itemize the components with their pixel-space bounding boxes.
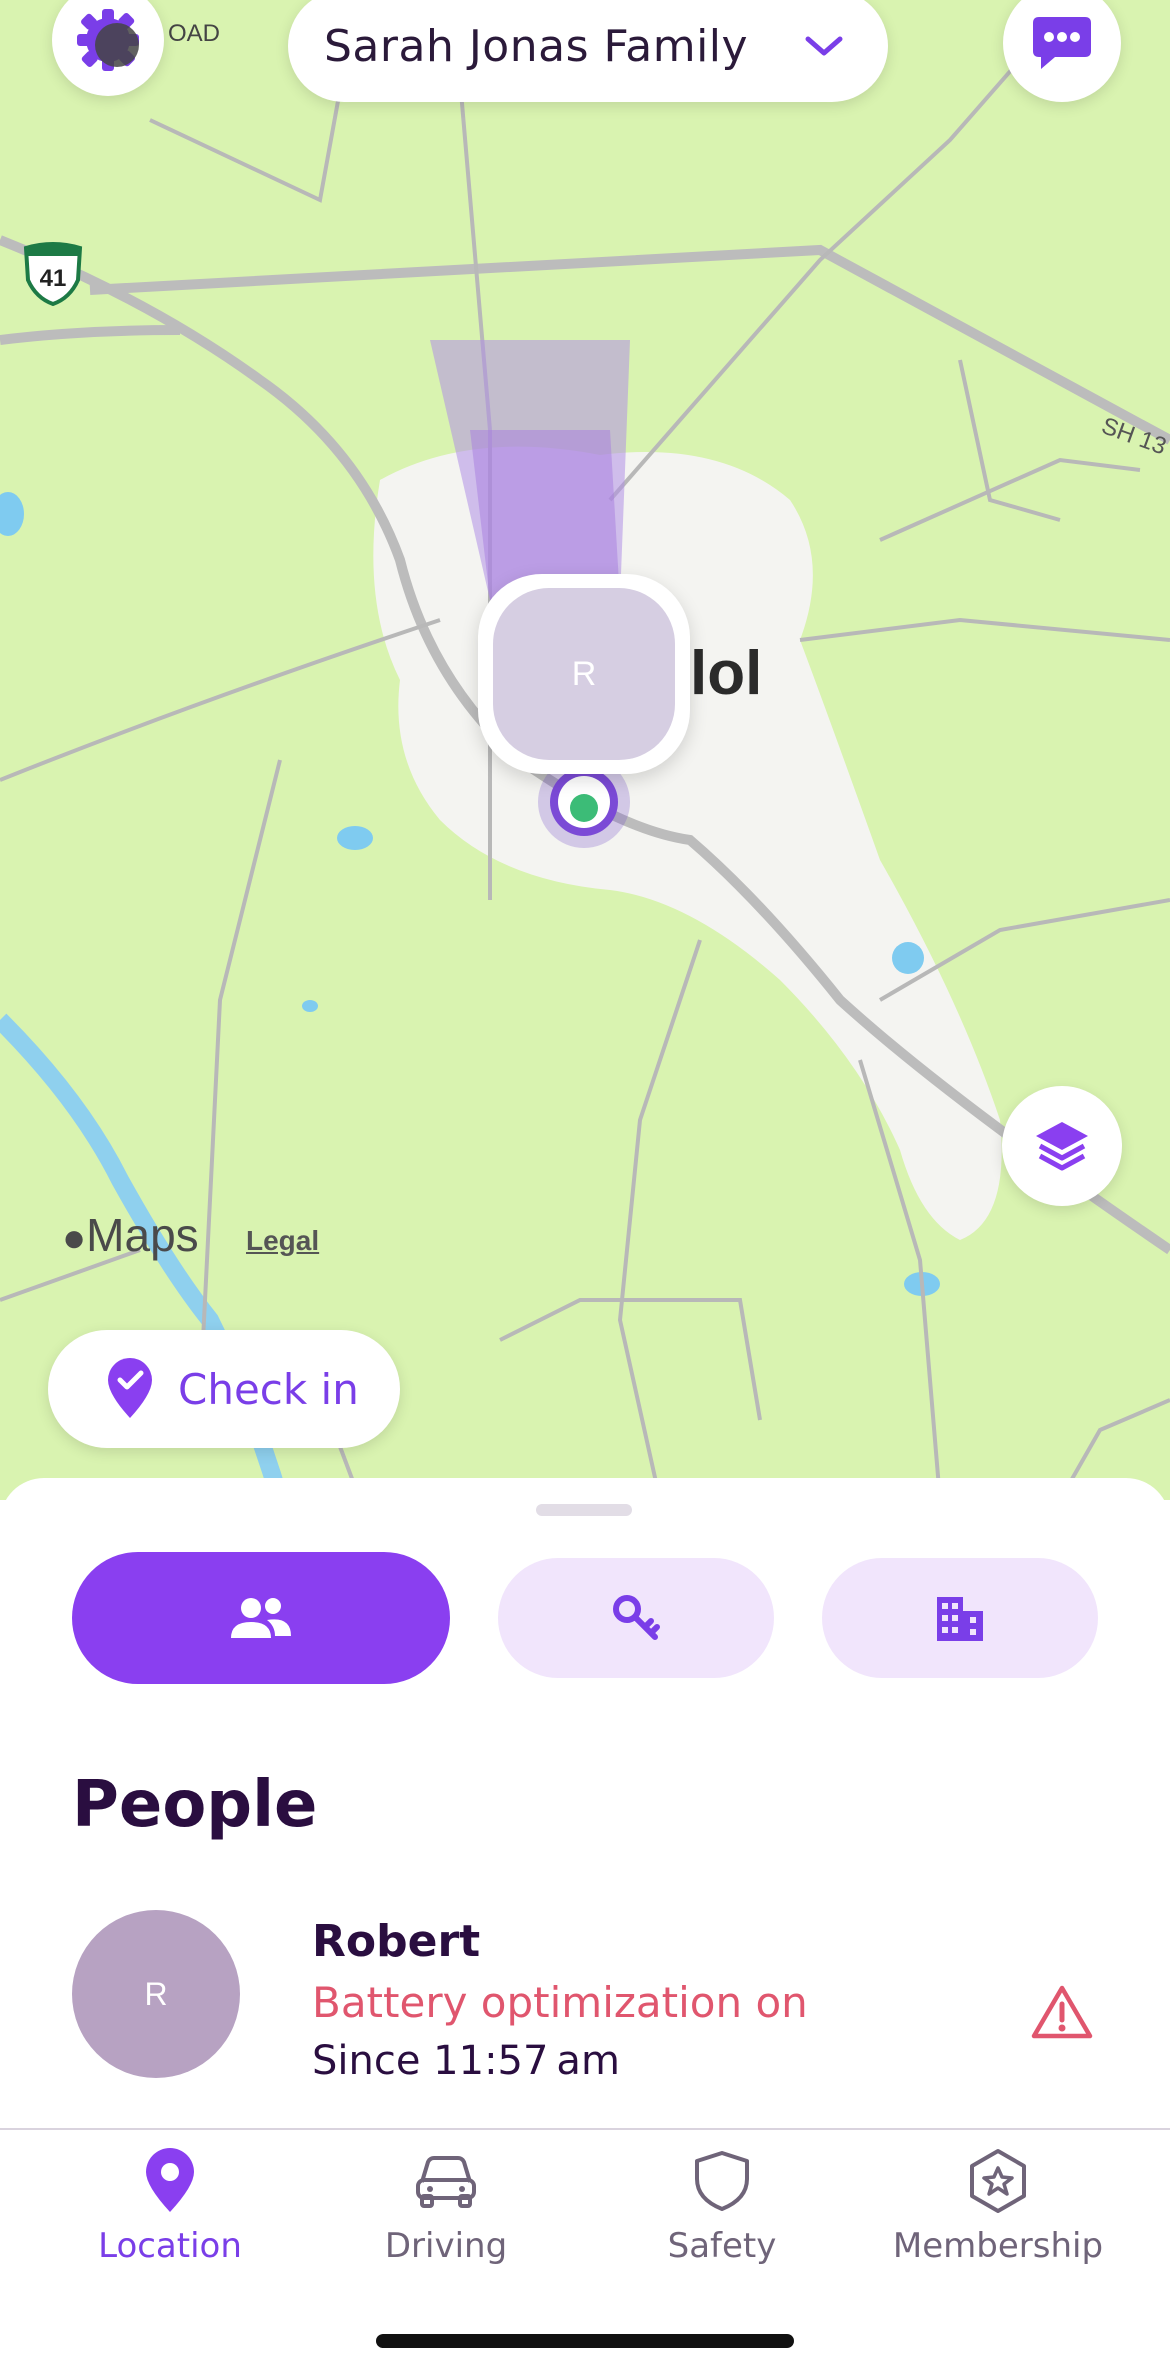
segment-keys[interactable]	[498, 1558, 774, 1678]
tab-safety[interactable]: Safety	[592, 2144, 852, 2266]
avatar[interactable]: R	[72, 1910, 240, 2078]
segment-people[interactable]	[72, 1552, 450, 1684]
location-pin-icon	[146, 2148, 194, 2212]
maps-brand: ●Maps	[62, 1209, 199, 1261]
check-in-pin-icon	[108, 1358, 152, 1418]
buildings-icon	[937, 1597, 983, 1641]
shield-icon	[695, 2151, 749, 2211]
person-name: Robert	[312, 1916, 481, 1967]
check-in-button[interactable]: Check in	[48, 1330, 400, 1448]
tab-location[interactable]: Location	[40, 2144, 300, 2266]
bottom-sheet[interactable]: People R Robert Battery optimization on …	[0, 1478, 1170, 2130]
chevron-down-icon	[805, 36, 843, 56]
warning-icon[interactable]	[1030, 1984, 1094, 2040]
people-heading: People	[72, 1768, 318, 1842]
star-badge-icon	[970, 2149, 1026, 2213]
tab-label: Safety	[667, 2226, 777, 2266]
tab-membership[interactable]: Membership	[868, 2144, 1128, 2266]
highway-shield: 41	[20, 240, 86, 307]
sheet-grabber[interactable]	[536, 1504, 632, 1516]
member-pin-initial: R	[493, 588, 675, 760]
check-in-label: Check in	[178, 1364, 359, 1414]
family-name: Sarah Jonas Family	[324, 20, 749, 72]
apple-logo-icon: ●	[62, 1216, 87, 1260]
chat-bubble-icon	[1033, 17, 1091, 69]
road-label: OAD	[168, 20, 221, 47]
gear-icon	[77, 9, 139, 71]
people-icon	[231, 1598, 291, 1638]
person-since: Since 11:57 am	[312, 2038, 620, 2084]
tab-driving[interactable]: Driving	[316, 2144, 576, 2266]
tab-label: Driving	[384, 2226, 508, 2266]
highway-number: 41	[40, 265, 67, 292]
legal-link[interactable]: Legal	[246, 1225, 319, 1257]
home-indicator	[376, 2334, 794, 2348]
map-layers-button[interactable]	[1002, 1086, 1122, 1206]
city-label: lol	[690, 639, 763, 708]
layers-icon	[1036, 1122, 1088, 1171]
tab-label: Membership	[892, 2226, 1104, 2266]
keys-icon	[613, 1595, 660, 1640]
map-view[interactable]: SH 13 OAD 41 lol R ●Maps Legal Check in	[0, 0, 1170, 1500]
segment-places[interactable]	[822, 1558, 1098, 1678]
car-icon	[416, 2156, 476, 2208]
tab-label: Location	[98, 2226, 242, 2266]
member-map-pin[interactable]: R	[478, 574, 690, 774]
family-selector[interactable]: Sarah Jonas Family	[288, 0, 888, 102]
person-status: Battery optimization on	[312, 1978, 808, 2027]
